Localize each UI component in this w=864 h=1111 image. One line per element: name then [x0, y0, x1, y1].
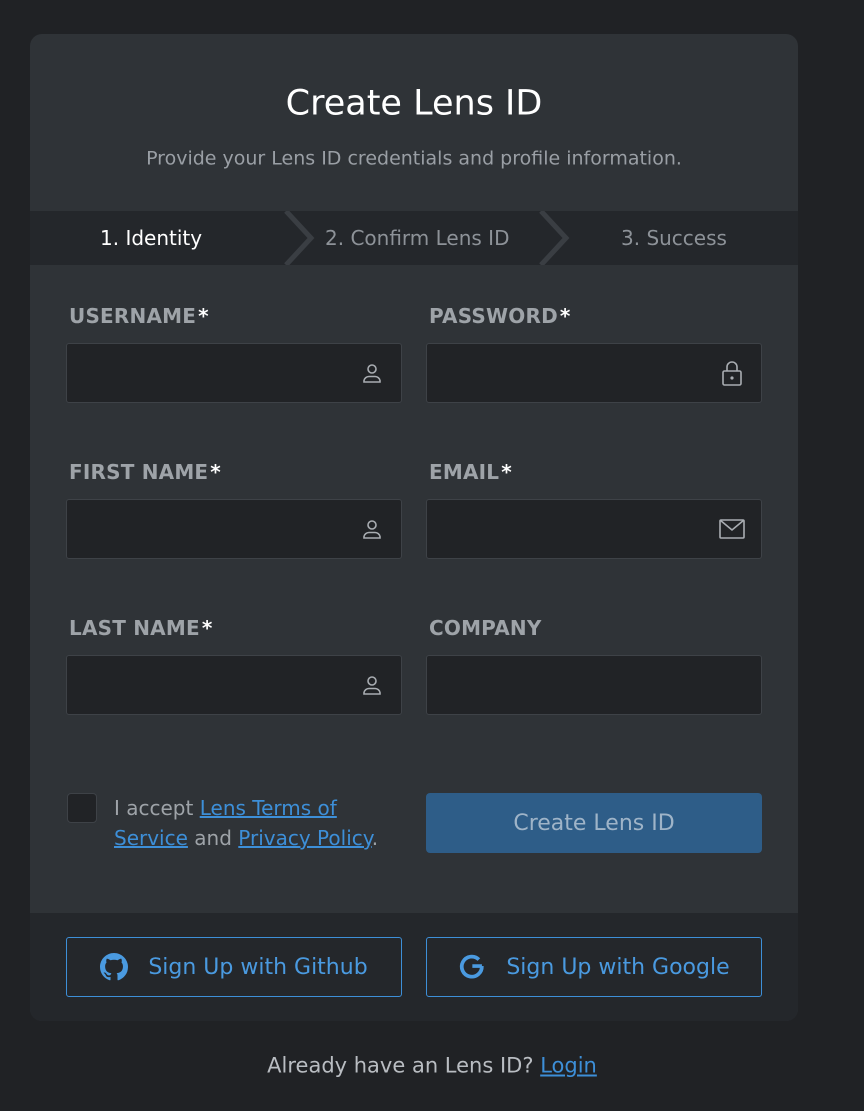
step-success: 3. Success	[621, 226, 727, 250]
username-input[interactable]	[67, 344, 401, 402]
email-input[interactable]	[427, 500, 761, 558]
step-confirm: 2. Confirm Lens ID	[325, 226, 510, 250]
password-label-text: PASSWORD	[429, 304, 558, 328]
terms-checkbox[interactable]	[67, 793, 97, 823]
terms-suffix: .	[371, 826, 379, 850]
email-label-text: EMAIL	[429, 460, 500, 484]
company-field[interactable]	[426, 655, 762, 715]
last-name-label-text: LAST NAME	[69, 616, 200, 640]
github-signup-button[interactable]: Sign Up with Github	[66, 937, 402, 997]
step-indicator: 1. Identity 2. Confirm Lens ID 3. Succes…	[30, 211, 798, 265]
step-identity: 1. Identity	[100, 226, 203, 250]
password-label: PASSWORD *	[429, 306, 571, 326]
first-name-label-text: FIRST NAME	[69, 460, 209, 484]
login-prompt: Already have an Lens ID? Login	[0, 1053, 864, 1078]
company-label: COMPANY	[429, 616, 542, 640]
user-icon	[359, 672, 385, 698]
social-signup-section: Sign Up with Github Sign Up with Google	[30, 913, 798, 1021]
email-label: EMAIL *	[429, 462, 512, 482]
company-input[interactable]	[427, 656, 761, 714]
login-prompt-text: Already have an Lens ID?	[267, 1053, 534, 1078]
page-subtitle: Provide your Lens ID credentials and pro…	[146, 147, 682, 170]
create-lens-id-button[interactable]: Create Lens ID	[426, 793, 762, 853]
google-icon	[458, 953, 486, 981]
first-name-input[interactable]	[67, 500, 401, 558]
page-title: Create Lens ID	[285, 83, 543, 124]
user-icon	[359, 516, 385, 542]
google-signup-button[interactable]: Sign Up with Google	[426, 937, 762, 997]
required-marker: *	[559, 304, 571, 328]
terms-prefix: I accept	[114, 796, 194, 820]
email-field[interactable]	[426, 499, 762, 559]
github-icon	[100, 953, 129, 981]
login-link[interactable]: Login	[540, 1054, 597, 1078]
mail-icon	[719, 516, 745, 542]
password-field[interactable]	[426, 343, 762, 403]
username-label: USERNAME *	[69, 306, 209, 326]
required-marker: *	[210, 460, 221, 484]
google-signup-label: Sign Up with Google	[506, 954, 730, 980]
terms-middle: and	[194, 826, 232, 850]
terms-text: I accept Lens Terms of Service and Priva…	[114, 793, 394, 853]
required-marker: *	[198, 304, 209, 328]
lock-icon	[719, 360, 745, 386]
required-marker: *	[501, 460, 512, 484]
last-name-label: LAST NAME *	[69, 618, 213, 638]
required-marker: *	[201, 616, 213, 640]
last-name-field[interactable]	[66, 655, 402, 715]
user-icon	[359, 360, 385, 386]
username-field[interactable]	[66, 343, 402, 403]
first-name-label: FIRST NAME *	[69, 462, 221, 482]
privacy-policy-link[interactable]: Privacy Policy	[238, 826, 371, 850]
github-signup-label: Sign Up with Github	[148, 954, 368, 980]
username-label-text: USERNAME	[69, 304, 197, 328]
signup-card: Create Lens ID Provide your Lens ID cred…	[30, 34, 798, 1021]
password-input[interactable]	[427, 344, 761, 402]
last-name-input[interactable]	[67, 656, 401, 714]
first-name-field[interactable]	[66, 499, 402, 559]
